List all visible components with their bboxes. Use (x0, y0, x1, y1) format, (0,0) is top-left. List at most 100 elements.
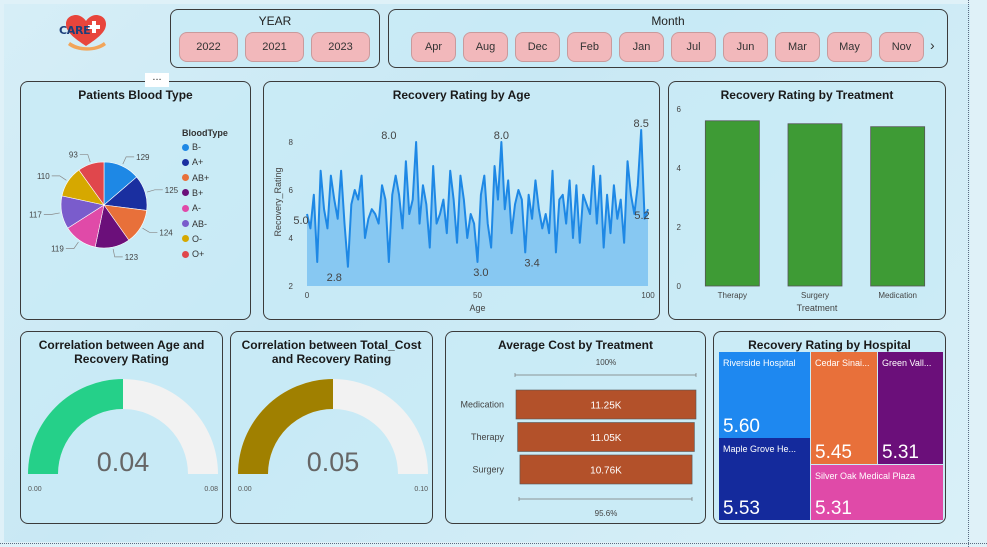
funnel-category-label: Therapy (471, 432, 505, 442)
legend-dot (182, 250, 189, 258)
corr-age-gauge: 0.04 0.00 0.08 (28, 379, 218, 493)
legend-item[interactable]: O- (182, 234, 202, 244)
year-slicer-title: YEAR (258, 14, 292, 28)
pie-leader-line (122, 156, 135, 165)
point-annotation: 2.8 (327, 272, 342, 284)
more-options-button[interactable]: ... (145, 72, 169, 87)
treemap-tile-value: 5.31 (815, 498, 852, 519)
legend-label: B- (192, 142, 201, 152)
legend-item[interactable]: B+ (182, 188, 203, 198)
recovery-hospital-card: Recovery Rating by Hospital Riverside Ho… (713, 331, 946, 524)
pie-data-label: 110 (37, 172, 50, 181)
pie-leader-line (79, 154, 91, 163)
month-option-apr[interactable]: Apr (411, 32, 456, 62)
point-annotation: 8.0 (381, 130, 396, 142)
pie-data-label: 123 (125, 253, 139, 262)
legend-item[interactable]: AB- (182, 219, 207, 229)
pie-data-label: 119 (51, 245, 64, 254)
gauge-value: 0.05 (307, 447, 360, 477)
y-tick-label: 8 (289, 138, 294, 147)
bar-therapy[interactable] (704, 120, 760, 287)
pie-data-label: 117 (29, 210, 42, 219)
x-tick-label: Therapy (718, 291, 747, 300)
legend-dot (182, 189, 189, 197)
pie-data-label: 125 (165, 186, 179, 195)
corr-cost-gauge: 0.05 0.00 0.10 (238, 379, 428, 493)
month-slicer: Month Apr Aug Dec Feb Jan Jul Jun Mar Ma… (388, 9, 948, 68)
funnel-value-label: 10.76K (590, 466, 622, 477)
legend-item[interactable]: A- (182, 203, 201, 213)
month-option-jan[interactable]: Jan (619, 32, 664, 62)
avg-cost-card: Average Cost by Treatment 100% 11.25K Medi… (445, 331, 706, 524)
x-tick-label: Surgery (801, 291, 829, 300)
treemap-tile-green-vall[interactable]: Green Vall... 5.31 (878, 352, 943, 464)
point-annotation: 3.0 (473, 267, 488, 279)
legend-dot (182, 174, 189, 182)
gauge-max-label: 0.08 (204, 486, 218, 493)
treemap-tile-maple-grove-he[interactable]: Maple Grove He... 5.53 (719, 438, 810, 520)
year-option-2021[interactable]: 2021 (245, 32, 304, 62)
treemap-tile-riverside-hospital[interactable]: Riverside Hospital 5.60 (719, 352, 810, 438)
month-option-may[interactable]: May (827, 32, 872, 62)
pie-data-label: 93 (69, 151, 78, 160)
legend-label: AB- (192, 218, 208, 229)
funnel-value-label: 11.25K (591, 401, 622, 412)
point-annotation: 8.0 (494, 130, 509, 142)
treemap-tile-silver-oak-medical-plaza[interactable]: Silver Oak Medical Plaza 5.31 (811, 465, 943, 520)
point-annotation: 3.4 (524, 257, 539, 269)
year-option-2022[interactable]: 2022 (179, 32, 238, 62)
legend-label: B+ (192, 187, 204, 198)
avg-cost-funnel: 100% 11.25K Medication 11.05K Therapy 10.76K S… (460, 358, 697, 518)
blood-type-card: Patients Blood Type 129 125 124 123 119 117 11… (20, 81, 251, 320)
month-option-dec[interactable]: Dec (515, 32, 560, 62)
legend-dot (182, 235, 189, 243)
legend-item[interactable]: A+ (182, 157, 203, 167)
logo-text: CARE (59, 24, 91, 37)
page-border-bottom (0, 543, 987, 544)
bar-surgery[interactable] (787, 123, 843, 287)
treemap-tile-value: 5.60 (723, 416, 760, 437)
funnel-category-label: Surgery (472, 465, 504, 475)
x-tick-label: 0 (305, 291, 310, 300)
chevron-right-icon[interactable]: › (930, 37, 935, 53)
legend-label: A- (192, 203, 201, 214)
month-option-jul[interactable]: Jul (671, 32, 716, 62)
corr-age-card: Correlation between Age and Recovery Rat… (20, 331, 223, 524)
blood-type-pie: 129 125 124 123 119 117 110 93 (29, 151, 179, 262)
legend-item[interactable]: O+ (182, 249, 204, 259)
treemap-tile-label: Silver Oak Medical Plaza (815, 471, 916, 481)
legend-dot (182, 204, 189, 212)
treemap-tile-cedar-sinai[interactable]: Cedar Sinai... 5.45 (811, 352, 877, 464)
y-tick-label: 0 (677, 282, 682, 291)
pie-leader-line (112, 248, 123, 258)
year-slicer: YEAR 2022 2021 2023 (170, 9, 380, 68)
funnel-category-label: Medication (460, 400, 504, 410)
month-option-aug[interactable]: Aug (463, 32, 508, 62)
legend-item[interactable]: AB+ (182, 173, 209, 183)
recovery-age-card: Recovery Rating by Age 2 4 6 8 0 50 100 Age Reco… (263, 81, 660, 320)
month-option-jun[interactable]: Jun (723, 32, 768, 62)
gauge-min-label: 0.00 (238, 486, 252, 493)
treemap-tile-value: 5.53 (723, 498, 760, 519)
legend-dot (182, 158, 189, 166)
y-tick-label: 6 (289, 186, 294, 195)
legend-label: O- (192, 233, 202, 244)
recovery-treatment-card: Recovery Rating by Treatment 0 2 4 6 Therapy… (668, 81, 946, 320)
year-option-2023[interactable]: 2023 (311, 32, 370, 62)
month-option-mar[interactable]: Mar (775, 32, 820, 62)
treemap-tile-value: 5.31 (882, 442, 919, 463)
month-option-nov[interactable]: Nov (879, 32, 924, 62)
legend-item[interactable]: B- (182, 142, 201, 152)
x-tick-label: Medication (878, 291, 917, 300)
month-option-feb[interactable]: Feb (567, 32, 612, 62)
bar-medication[interactable] (870, 126, 926, 287)
month-slicer-title: Month (651, 14, 685, 28)
treemap-tile-label: Cedar Sinai... (815, 358, 870, 368)
legend-dot (182, 143, 189, 151)
pie-data-label: 129 (136, 153, 150, 162)
page-border-right (968, 0, 969, 547)
treemap-tile-value: 5.45 (815, 442, 852, 463)
recovery-age-chart: 2 4 6 8 0 50 100 Age Recovery_Rating 5.0 2.8 8.0 3.0… (273, 118, 655, 313)
point-annotation: 5.0 (293, 215, 308, 227)
blood-type-legend-title: BloodType (182, 128, 228, 138)
